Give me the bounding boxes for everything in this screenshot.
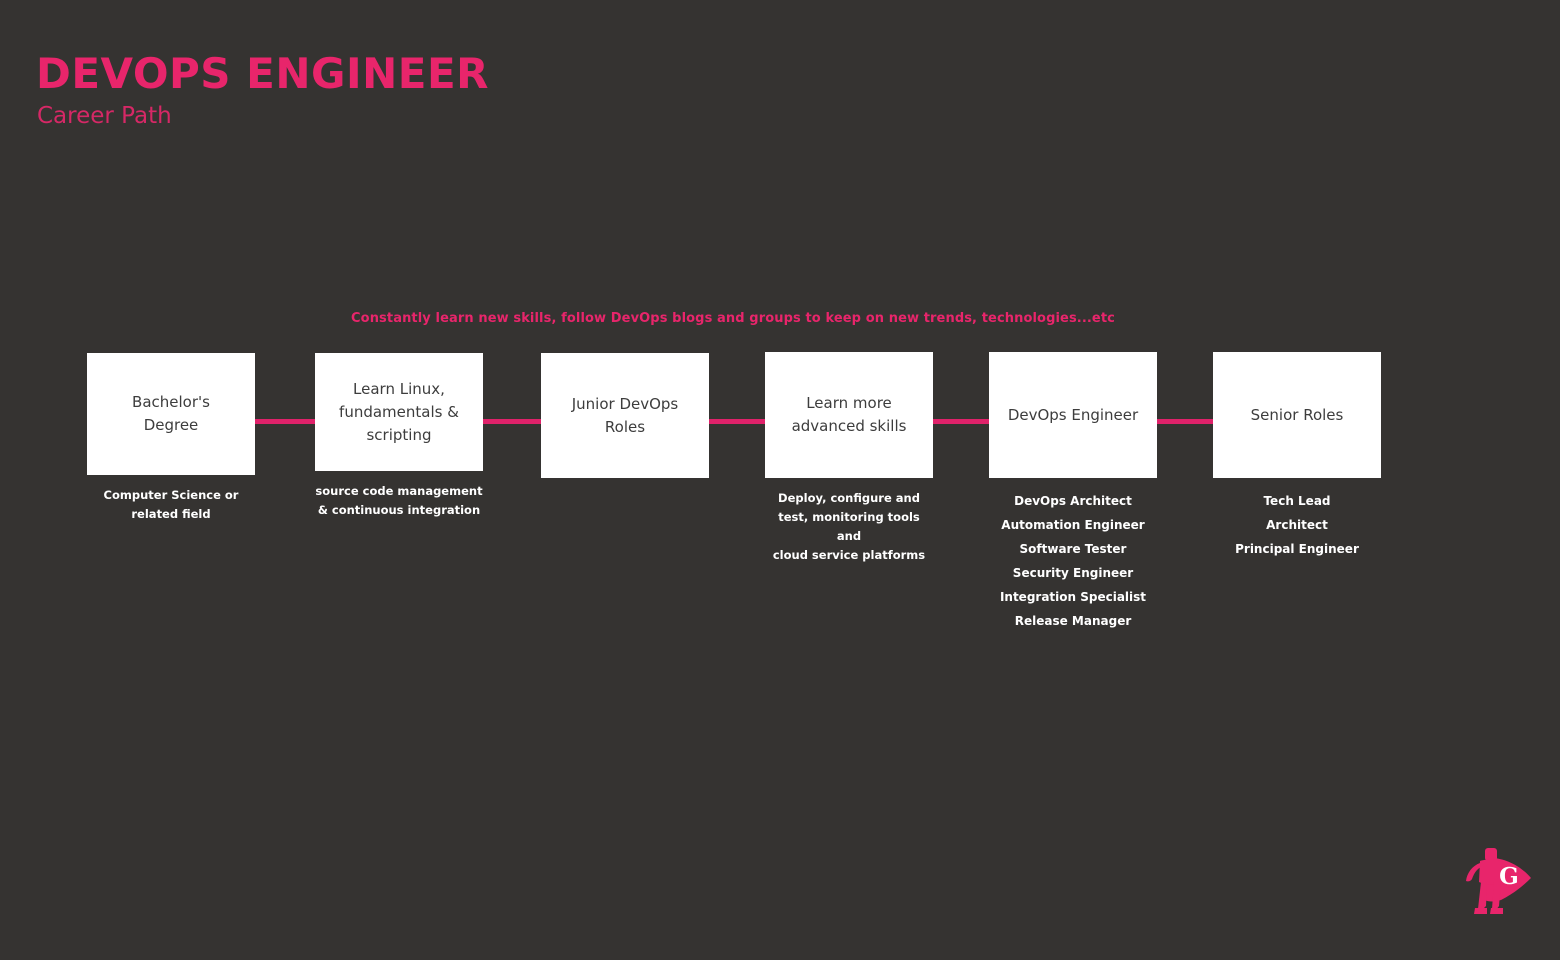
stage-role-list-devops-engineer: DevOps Architect Automation Engineer Softw… [989, 489, 1157, 633]
role-item: Integration Specialist [999, 590, 1147, 604]
hero-left-leg [1478, 882, 1487, 910]
flow-stage-senior-roles[interactable]: Senior Roles Tech Lead Architect Principal … [1213, 352, 1381, 577]
stage-label-bachelors-degree: Bachelor's Degree [132, 393, 210, 434]
career-path-flow: Bachelor's Degree Computer Science or rel… [0, 0, 1560, 960]
stage-box-devops-engineer[interactable]: DevOps Engineer [989, 352, 1157, 478]
role-item: Automation Engineer [1001, 518, 1145, 532]
role-item: Release Manager [1014, 614, 1132, 628]
stage-box-learn-linux[interactable]: Learn Linux, fundamentals & scripting [315, 353, 483, 471]
stage-label-junior-devops-roles: Junior DevOps Roles [571, 394, 679, 436]
stage-caption-learn-linux: source code management & continuous inte… [315, 484, 483, 517]
logo-letter: G [1499, 863, 1519, 890]
flow-stage-bachelors-degree[interactable]: Bachelor's Degree Computer Science or rel… [87, 353, 255, 524]
role-item: Principal Engineer [1235, 542, 1359, 556]
flow-connector-5 [1157, 419, 1213, 424]
role-item: Software Tester [1019, 542, 1127, 556]
stage-label-devops-engineer: DevOps Engineer [1007, 405, 1139, 424]
stage-role-list-senior-roles: Tech Lead Architect Principal Engineer [1213, 489, 1381, 561]
flow-stage-learn-linux[interactable]: Learn Linux, fundamentals & scripting sou… [315, 353, 483, 520]
stage-caption-learn-advanced-skills: Deploy, configure and test, monitoring t… [772, 491, 926, 562]
stage-label-senior-roles: Senior Roles [1250, 405, 1344, 424]
flow-stage-learn-advanced-skills[interactable]: Learn more advanced skills Deploy, config… [765, 352, 933, 565]
stage-box-senior-roles[interactable]: Senior Roles [1213, 352, 1381, 478]
flow-stage-junior-devops-roles[interactable]: Junior DevOps Roles [541, 353, 709, 478]
hero-head [1485, 848, 1497, 861]
flow-connector-3 [709, 419, 765, 424]
stage-box-learn-advanced-skills[interactable]: Learn more advanced skills [765, 352, 933, 478]
stage-label-learn-linux: Learn Linux, fundamentals & scripting [339, 379, 459, 444]
role-item: DevOps Architect [1014, 494, 1132, 508]
superhero-logo: G [1447, 836, 1539, 928]
stage-label-learn-advanced-skills: Learn more advanced skills [791, 394, 907, 435]
flow-connector-2 [482, 419, 541, 424]
flow-stage-devops-engineer[interactable]: DevOps Engineer DevOps Architect Automatio… [989, 352, 1157, 649]
role-item: Tech Lead [1263, 494, 1331, 508]
stage-box-junior-devops-roles[interactable]: Junior DevOps Roles [541, 353, 709, 478]
hero-right-boot [1490, 908, 1503, 914]
stage-box-bachelors-degree[interactable]: Bachelor's Degree [87, 353, 255, 475]
stage-caption-bachelors-degree: Computer Science or related field [103, 488, 239, 521]
flow-connector-4 [933, 419, 989, 424]
hero-left-boot [1474, 908, 1487, 914]
role-item: Architect [1266, 518, 1328, 532]
role-item: Security Engineer [1012, 566, 1134, 580]
flow-connector-1 [255, 419, 315, 424]
hero-left-arm [1466, 863, 1481, 882]
